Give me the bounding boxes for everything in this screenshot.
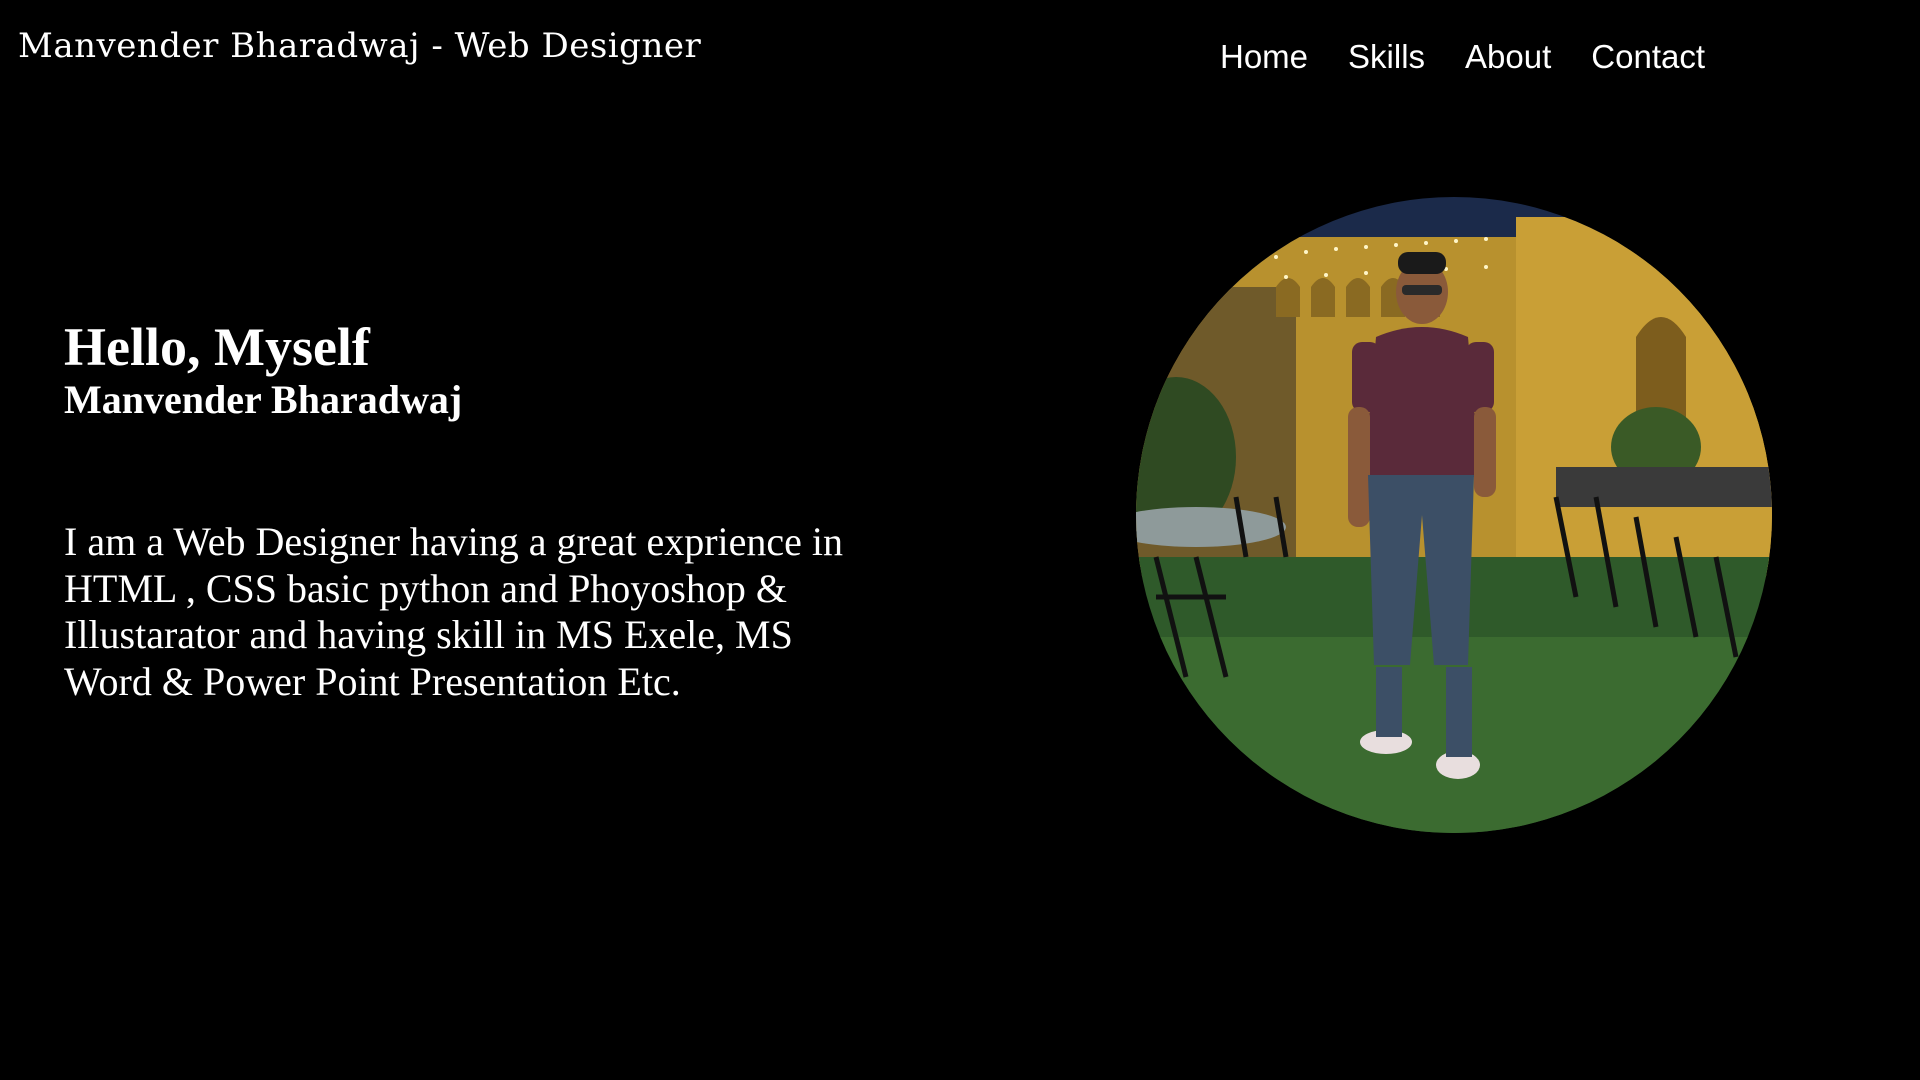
nav-home-link[interactable]: Home — [1220, 38, 1308, 76]
site-title: Manvender Bharadwaj - Web Designer — [18, 26, 702, 66]
page: Manvender Bharadwaj - Web Designer Home … — [0, 0, 1920, 1080]
hero-name: Manvender Bharadwaj — [64, 377, 463, 423]
hero-greeting: Hello, Myself — [64, 317, 370, 377]
main-nav: Home Skills About Contact — [1220, 38, 1705, 76]
profile-photo — [1136, 197, 1772, 833]
hero-section: Hello, Myself Manvender Bharadwaj I am a… — [64, 317, 884, 705]
nav-skills-link[interactable]: Skills — [1348, 38, 1425, 76]
nav-about-link[interactable]: About — [1465, 38, 1551, 76]
hero-bio: I am a Web Designer having a great expri… — [64, 519, 844, 704]
nav-contact-link[interactable]: Contact — [1591, 38, 1705, 76]
